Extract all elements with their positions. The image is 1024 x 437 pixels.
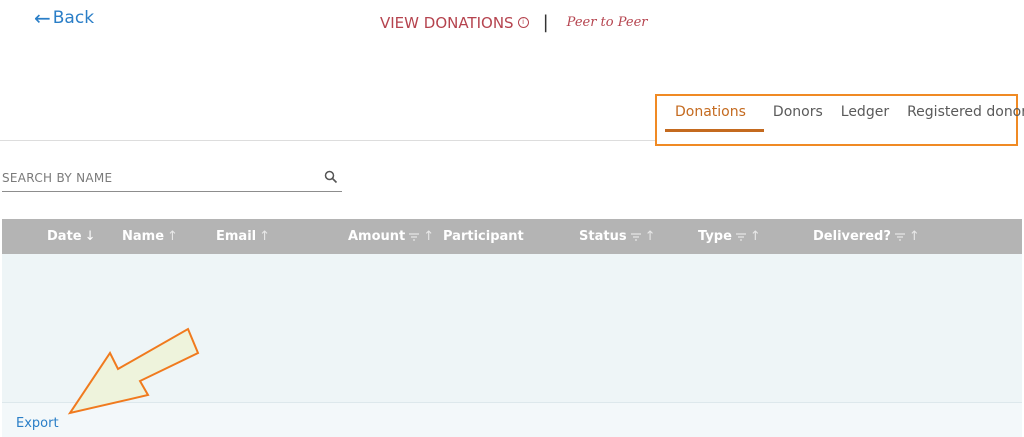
back-label: Back — [52, 8, 95, 28]
column-header-type[interactable]: Type ↑ — [698, 219, 761, 254]
sort-desc-icon[interactable]: ↓ — [85, 219, 96, 254]
column-label-participant: Participant — [443, 229, 524, 244]
column-header-delivered[interactable]: Delivered? ↑ — [813, 219, 920, 254]
sort-asc-icon[interactable]: ↑ — [750, 219, 761, 254]
sort-asc-icon[interactable]: ↑ — [167, 219, 178, 254]
annotation-arrow-icon — [67, 327, 200, 415]
column-header-name[interactable]: Name ↑ — [122, 219, 178, 254]
search-input[interactable] — [2, 166, 302, 190]
arrow-left-icon: ← — [34, 6, 51, 30]
title-separator: | — [542, 12, 549, 33]
tab-registered-donors[interactable]: Registered donors — [898, 102, 1024, 132]
column-header-participant[interactable]: Participant — [443, 219, 524, 254]
sort-asc-icon[interactable]: ↑ — [259, 219, 270, 254]
column-label-type: Type — [698, 229, 732, 244]
filter-icon[interactable] — [408, 232, 420, 242]
column-label-amount: Amount — [348, 229, 406, 244]
column-label-delivered: Delivered? — [813, 229, 891, 244]
info-icon[interactable]: i — [517, 17, 529, 28]
page-title: VIEW DONATIONS — [380, 13, 514, 32]
tab-donors[interactable]: Donors — [764, 102, 832, 132]
tabs-highlight-box: Donations Donors Ledger Registered donor… — [655, 94, 1024, 146]
column-label-date: Date — [47, 229, 82, 244]
export-link[interactable]: Export — [16, 416, 59, 431]
page-subtitle: Peer to Peer — [566, 15, 648, 30]
filter-icon[interactable] — [630, 232, 642, 242]
back-link[interactable]: ← Back — [34, 8, 94, 28]
sort-asc-icon[interactable]: ↑ — [909, 219, 920, 254]
column-header-email[interactable]: Email ↑ — [216, 219, 270, 254]
page-header: VIEW DONATIONS i | Peer to Peer — [380, 12, 648, 33]
search-bar — [2, 166, 342, 192]
column-label-status: Status — [579, 229, 627, 244]
column-label-email: Email — [216, 229, 257, 244]
sort-asc-icon[interactable]: ↑ — [645, 219, 656, 254]
header-divider — [0, 140, 655, 141]
column-header-status[interactable]: Status ↑ — [579, 219, 655, 254]
column-label-name: Name — [122, 229, 165, 244]
table-header: Date ↓ Name ↑ Email ↑ Amount ↑ Participa… — [2, 219, 1022, 254]
tab-donations[interactable]: Donations — [657, 102, 764, 132]
search-icon[interactable] — [324, 170, 338, 184]
column-header-date[interactable]: Date ↓ — [47, 219, 96, 254]
sort-asc-icon[interactable]: ↑ — [423, 219, 434, 254]
filter-icon[interactable] — [894, 232, 906, 242]
filter-icon[interactable] — [735, 232, 747, 242]
tab-bar: Donations Donors Ledger Registered donor… — [657, 102, 1024, 132]
column-header-amount[interactable]: Amount ↑ — [348, 219, 434, 254]
tab-ledger[interactable]: Ledger — [832, 102, 898, 132]
